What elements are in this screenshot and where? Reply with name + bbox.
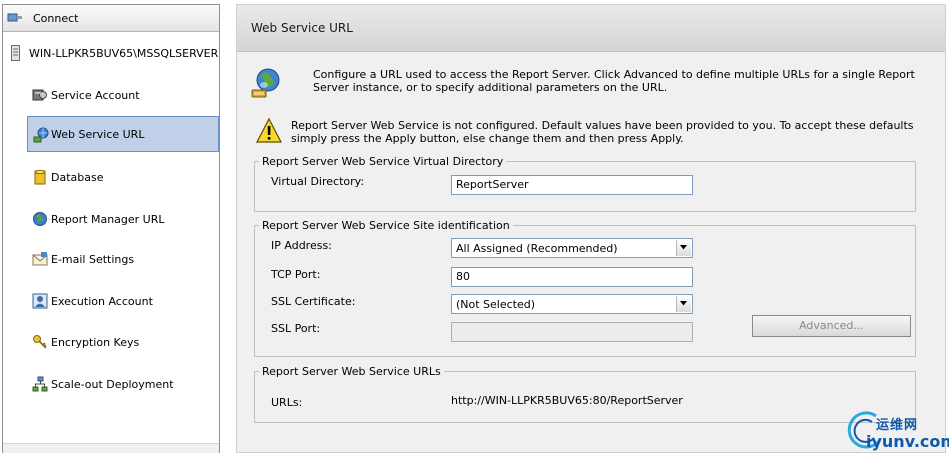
virtual-directory-group: Report Server Web Service Virtual Direct… (254, 155, 916, 212)
ip-address-label: IP Address: (271, 239, 332, 252)
nav-item-label: Encryption Keys (51, 336, 140, 349)
group-title: Report Server Web Service Virtual Direct… (259, 155, 507, 168)
envelope-icon (32, 251, 48, 267)
keys-icon (32, 334, 48, 350)
watermark-cn: 运维网 (876, 418, 919, 433)
ssl-port-input[interactable] (451, 322, 693, 342)
connect-icon (7, 12, 23, 24)
connect-button[interactable]: Connect (3, 5, 219, 32)
ssl-certificate-label: SSL Certificate: (271, 295, 356, 308)
service-account-icon (32, 87, 48, 103)
connect-label: Connect (33, 12, 79, 25)
ssl-certificate-dropdown[interactable]: (Not Selected) (451, 294, 693, 314)
nav-item-label: Execution Account (51, 295, 153, 308)
network-icon (32, 376, 48, 392)
chevron-down-icon[interactable] (676, 296, 691, 312)
database-icon (32, 169, 48, 185)
web-service-url-icon (33, 127, 49, 143)
nav-item-label: Web Service URL (51, 128, 145, 141)
warning-message: Report Server Web Service is not configu… (291, 119, 914, 145)
navigation-pane: Connect WIN-LLPKR5BUV65\MSSQLSERVER Serv… (2, 4, 220, 453)
nav-item-report-manager-url[interactable]: Report Manager URL (27, 201, 219, 237)
server-name: WIN-LLPKR5BUV65\MSSQLSERVER (29, 47, 219, 60)
page-title: Web Service URL (251, 21, 353, 35)
ssl-certificate-value: (Not Selected) (456, 298, 536, 311)
group-title: Report Server Web Service Site identific… (259, 219, 513, 232)
advanced-button[interactable]: Advanced... (752, 315, 911, 337)
intro-description: Configure a URL used to access the Repor… (313, 68, 915, 94)
globe-icon (32, 211, 48, 227)
nav-footer (3, 443, 219, 453)
ip-address-value: All Assigned (Recommended) (456, 242, 618, 255)
nav-item-execution-account[interactable]: Execution Account (27, 283, 219, 319)
nav-item-label: E-mail Settings (51, 253, 135, 266)
user-account-icon (32, 293, 48, 309)
ip-address-dropdown[interactable]: All Assigned (Recommended) (451, 238, 693, 258)
nav-item-label: Scale-out Deployment (51, 378, 174, 391)
page-header: Web Service URL (237, 5, 945, 52)
tcp-port-label: TCP Port: (271, 268, 321, 281)
warning-icon (256, 117, 282, 144)
nav-item-service-account[interactable]: Service Account (27, 77, 219, 113)
nav-item-email-settings[interactable]: E-mail Settings (27, 241, 219, 277)
urls-label: URLs: (271, 396, 303, 409)
nav-item-scale-out-deployment[interactable]: Scale-out Deployment (27, 366, 219, 402)
server-icon (11, 45, 20, 61)
nav-item-encryption-keys[interactable]: Encryption Keys (27, 324, 219, 360)
report-server-url[interactable]: http://WIN-LLPKR5BUV65:80/ReportServer (451, 394, 683, 407)
nav-item-label: Report Manager URL (51, 213, 165, 226)
nav-item-database[interactable]: Database (27, 159, 219, 195)
server-node[interactable]: WIN-LLPKR5BUV65\MSSQLSERVER (3, 43, 219, 63)
chevron-down-icon[interactable] (676, 240, 691, 256)
virtual-directory-input[interactable]: ReportServer (451, 175, 693, 195)
nav-item-label: Service Account (51, 89, 140, 102)
web-service-globe-icon (251, 67, 281, 99)
nav-item-web-service-url[interactable]: Web Service URL (27, 116, 219, 152)
nav-item-label: Database (51, 171, 104, 184)
urls-group: Report Server Web Service URLs URLs: htt… (254, 365, 916, 423)
watermark-logo: 运维网 iyunv.com (846, 410, 949, 454)
site-identification-group: Report Server Web Service Site identific… (254, 219, 916, 357)
content-pane: Web Service URL Configure a URL used to … (236, 4, 946, 453)
watermark-en: iyunv.com (866, 432, 949, 451)
virtual-directory-label: Virtual Directory: (271, 175, 365, 188)
group-title: Report Server Web Service URLs (259, 365, 444, 378)
ssl-port-label: SSL Port: (271, 322, 321, 335)
tcp-port-input[interactable]: 80 (451, 267, 693, 287)
